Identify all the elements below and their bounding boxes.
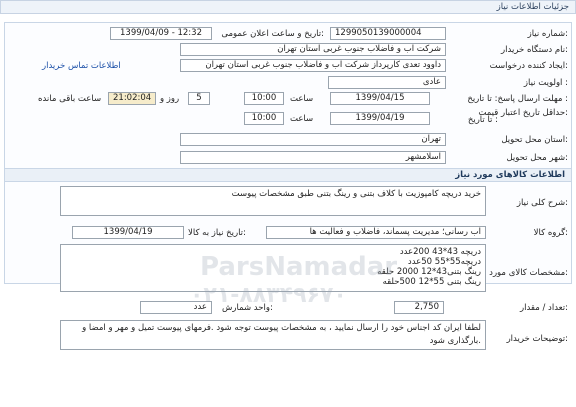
deadline-label: مهلت ارسال پاسخ: تا تاریخ : bbox=[467, 94, 568, 104]
summary-label: شرح کلی نیاز: bbox=[516, 198, 568, 208]
priority-label: اولویت نیاز : bbox=[523, 78, 568, 88]
qty-label: تعداد / مقدار: bbox=[520, 303, 568, 313]
unit-field[interactable]: عدد bbox=[140, 301, 212, 314]
need-date-field[interactable]: 1399/04/19 bbox=[72, 226, 184, 239]
announce-field[interactable]: 1399/04/09 - 12:32 bbox=[110, 27, 212, 40]
deadline-time-label: ساعت bbox=[290, 94, 314, 104]
validity-time-label: ساعت bbox=[290, 114, 314, 124]
validity-prefix: تا تاریخ : bbox=[467, 115, 498, 125]
remaining-time-field: 21:02:04 bbox=[108, 92, 156, 105]
announce-label: تاریخ و ساعت اعلان عمومی: bbox=[221, 29, 324, 39]
day-label: روز و bbox=[160, 94, 180, 104]
page-header-title: جزئیات اطلاعات نیاز bbox=[496, 2, 569, 12]
remaining-label: ساعت باقی مانده bbox=[38, 94, 102, 104]
deadline-date-field[interactable]: 1399/04/15 bbox=[330, 92, 430, 105]
need-number-label: شماره نیاز: bbox=[527, 29, 568, 39]
need-date-label: تاریخ نیاز به کالا: bbox=[188, 228, 246, 238]
specs-field[interactable]: دریچه 43*43 200عدد دریچه55*55 50عدد رینگ… bbox=[60, 244, 486, 292]
specs-label: مشخصات کالای مورد نیاز: bbox=[474, 268, 568, 278]
validity-date-field[interactable]: 1399/04/19 bbox=[330, 112, 430, 125]
group-field[interactable]: آب رسانی؛ مدیریت پسماند، فاضلاب و فعالیت… bbox=[266, 226, 486, 239]
page-header: جزئیات اطلاعات نیاز bbox=[0, 0, 576, 14]
deadline-time-field[interactable]: 10:00 bbox=[244, 92, 284, 105]
contact-buyer-link[interactable]: اطلاعات تماس خریدار bbox=[42, 61, 121, 71]
buyer-field[interactable]: شرکت آب و فاضلاب جنوب غربی استان تهران bbox=[180, 43, 446, 56]
creator-field[interactable]: داوود تعدی کارپرداز شرکت آب و فاضلاب جنو… bbox=[180, 59, 446, 72]
qty-field[interactable]: 2,750 bbox=[394, 301, 444, 314]
province-label: استان محل تحویل: bbox=[501, 135, 568, 145]
buyer-label: نام دستگاه خریدار: bbox=[501, 45, 568, 55]
creator-label: ایجاد کننده درخواست: bbox=[489, 61, 568, 71]
summary-field[interactable]: خرید دریچه کامپوزیت با کلاف بتنی و رینگ … bbox=[60, 186, 486, 216]
desc-field[interactable]: لطفا ایران کد اجناس خود را ارسال نمایید … bbox=[60, 320, 486, 350]
priority-field[interactable]: عادی bbox=[328, 76, 446, 89]
days-field[interactable]: 5 bbox=[188, 92, 210, 105]
validity-time-field[interactable]: 10:00 bbox=[244, 112, 284, 125]
goods-section-header: اطلاعات کالاهای مورد نیاز bbox=[4, 168, 572, 182]
city-field[interactable]: اسلامشهر bbox=[180, 151, 446, 164]
need-number-field[interactable]: 1299050139000004 bbox=[330, 27, 446, 40]
group-label: گروه کالا: bbox=[533, 228, 568, 238]
city-label: شهر محل تحویل: bbox=[506, 153, 568, 163]
unit-label: واحد شمارش: bbox=[222, 303, 273, 313]
province-field[interactable]: تهران bbox=[180, 133, 446, 146]
desc-label: توضیحات خریدار: bbox=[506, 334, 568, 344]
